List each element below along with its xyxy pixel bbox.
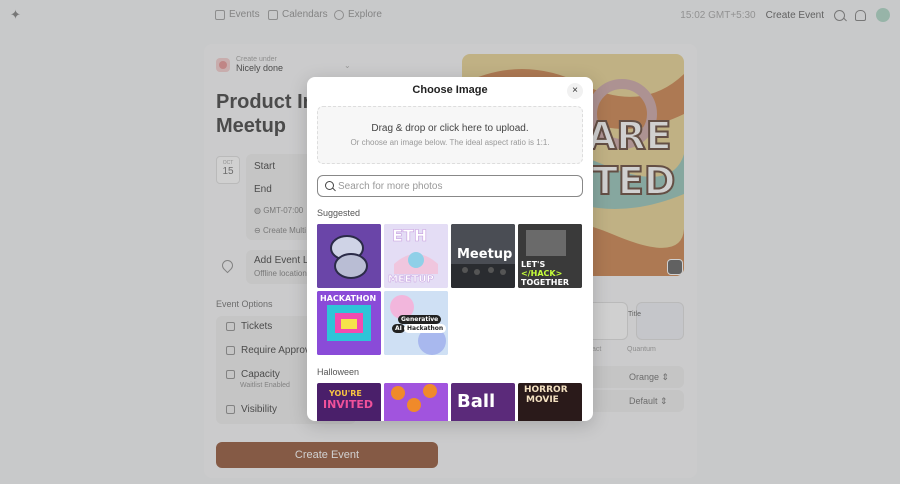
thumb-coins[interactable] [317,224,381,288]
gen-line-3: Hackathon [404,324,447,333]
thumb-horror-movie[interactable]: HORROR MOVIE [518,383,582,421]
search-icon [325,181,334,190]
horror-line-2: MOVIE [526,395,559,405]
section-halloween-heading: Halloween [317,367,360,377]
thumb-meetup[interactable]: Meetup [451,224,515,288]
hack-line-1: LET'S [521,260,546,269]
coins-artwork [317,224,381,288]
invited-line-2: INVITED [323,398,374,411]
thumb-youre-invited[interactable]: YOU'RE INVITED [317,383,381,421]
thumb-hackathon[interactable]: HACKATHON [317,291,381,355]
meetup-text: MEETUP [388,274,434,286]
choose-image-modal: Choose Image × Drag & drop or click here… [307,77,593,421]
close-icon[interactable]: × [567,83,583,99]
upload-dropzone[interactable]: Drag & drop or click here to upload. Or … [317,106,583,164]
thumb-generative-ai[interactable]: Generative AI Hackathon [384,291,448,355]
eth-text: ETH [392,226,428,246]
thumb-ball[interactable]: Ball [451,383,515,421]
modal-title: Choose Image [412,84,488,96]
gen-line-1: Generative [398,315,442,324]
photo-search-input[interactable] [338,179,578,194]
section-suggested-heading: Suggested [317,208,361,218]
meetup-label: Meetup [457,247,513,262]
hackathon-label: HACKATHON [320,294,377,303]
thumb-pumpkins[interactable] [384,383,448,421]
dropzone-sub-text: Or choose an image below. The ideal aspe… [350,138,550,147]
pumpkins-artwork [384,383,448,421]
thumb-lets-hack[interactable]: LET'S </HACK> TOGETHER [518,224,582,288]
hack-line-3: TOGETHER [521,278,570,287]
hack-line-2: </HACK> [521,269,563,278]
horror-line-1: HORROR [524,385,568,395]
invited-line-1: YOU'RE [329,389,362,398]
dropzone-main-text: Drag & drop or click here to upload. [371,123,529,134]
photo-search [317,175,583,197]
ball-text: Ball [457,391,496,412]
gen-line-2: AI [392,324,405,333]
thumb-eth-meetup[interactable]: ETH MEETUP [384,224,448,288]
